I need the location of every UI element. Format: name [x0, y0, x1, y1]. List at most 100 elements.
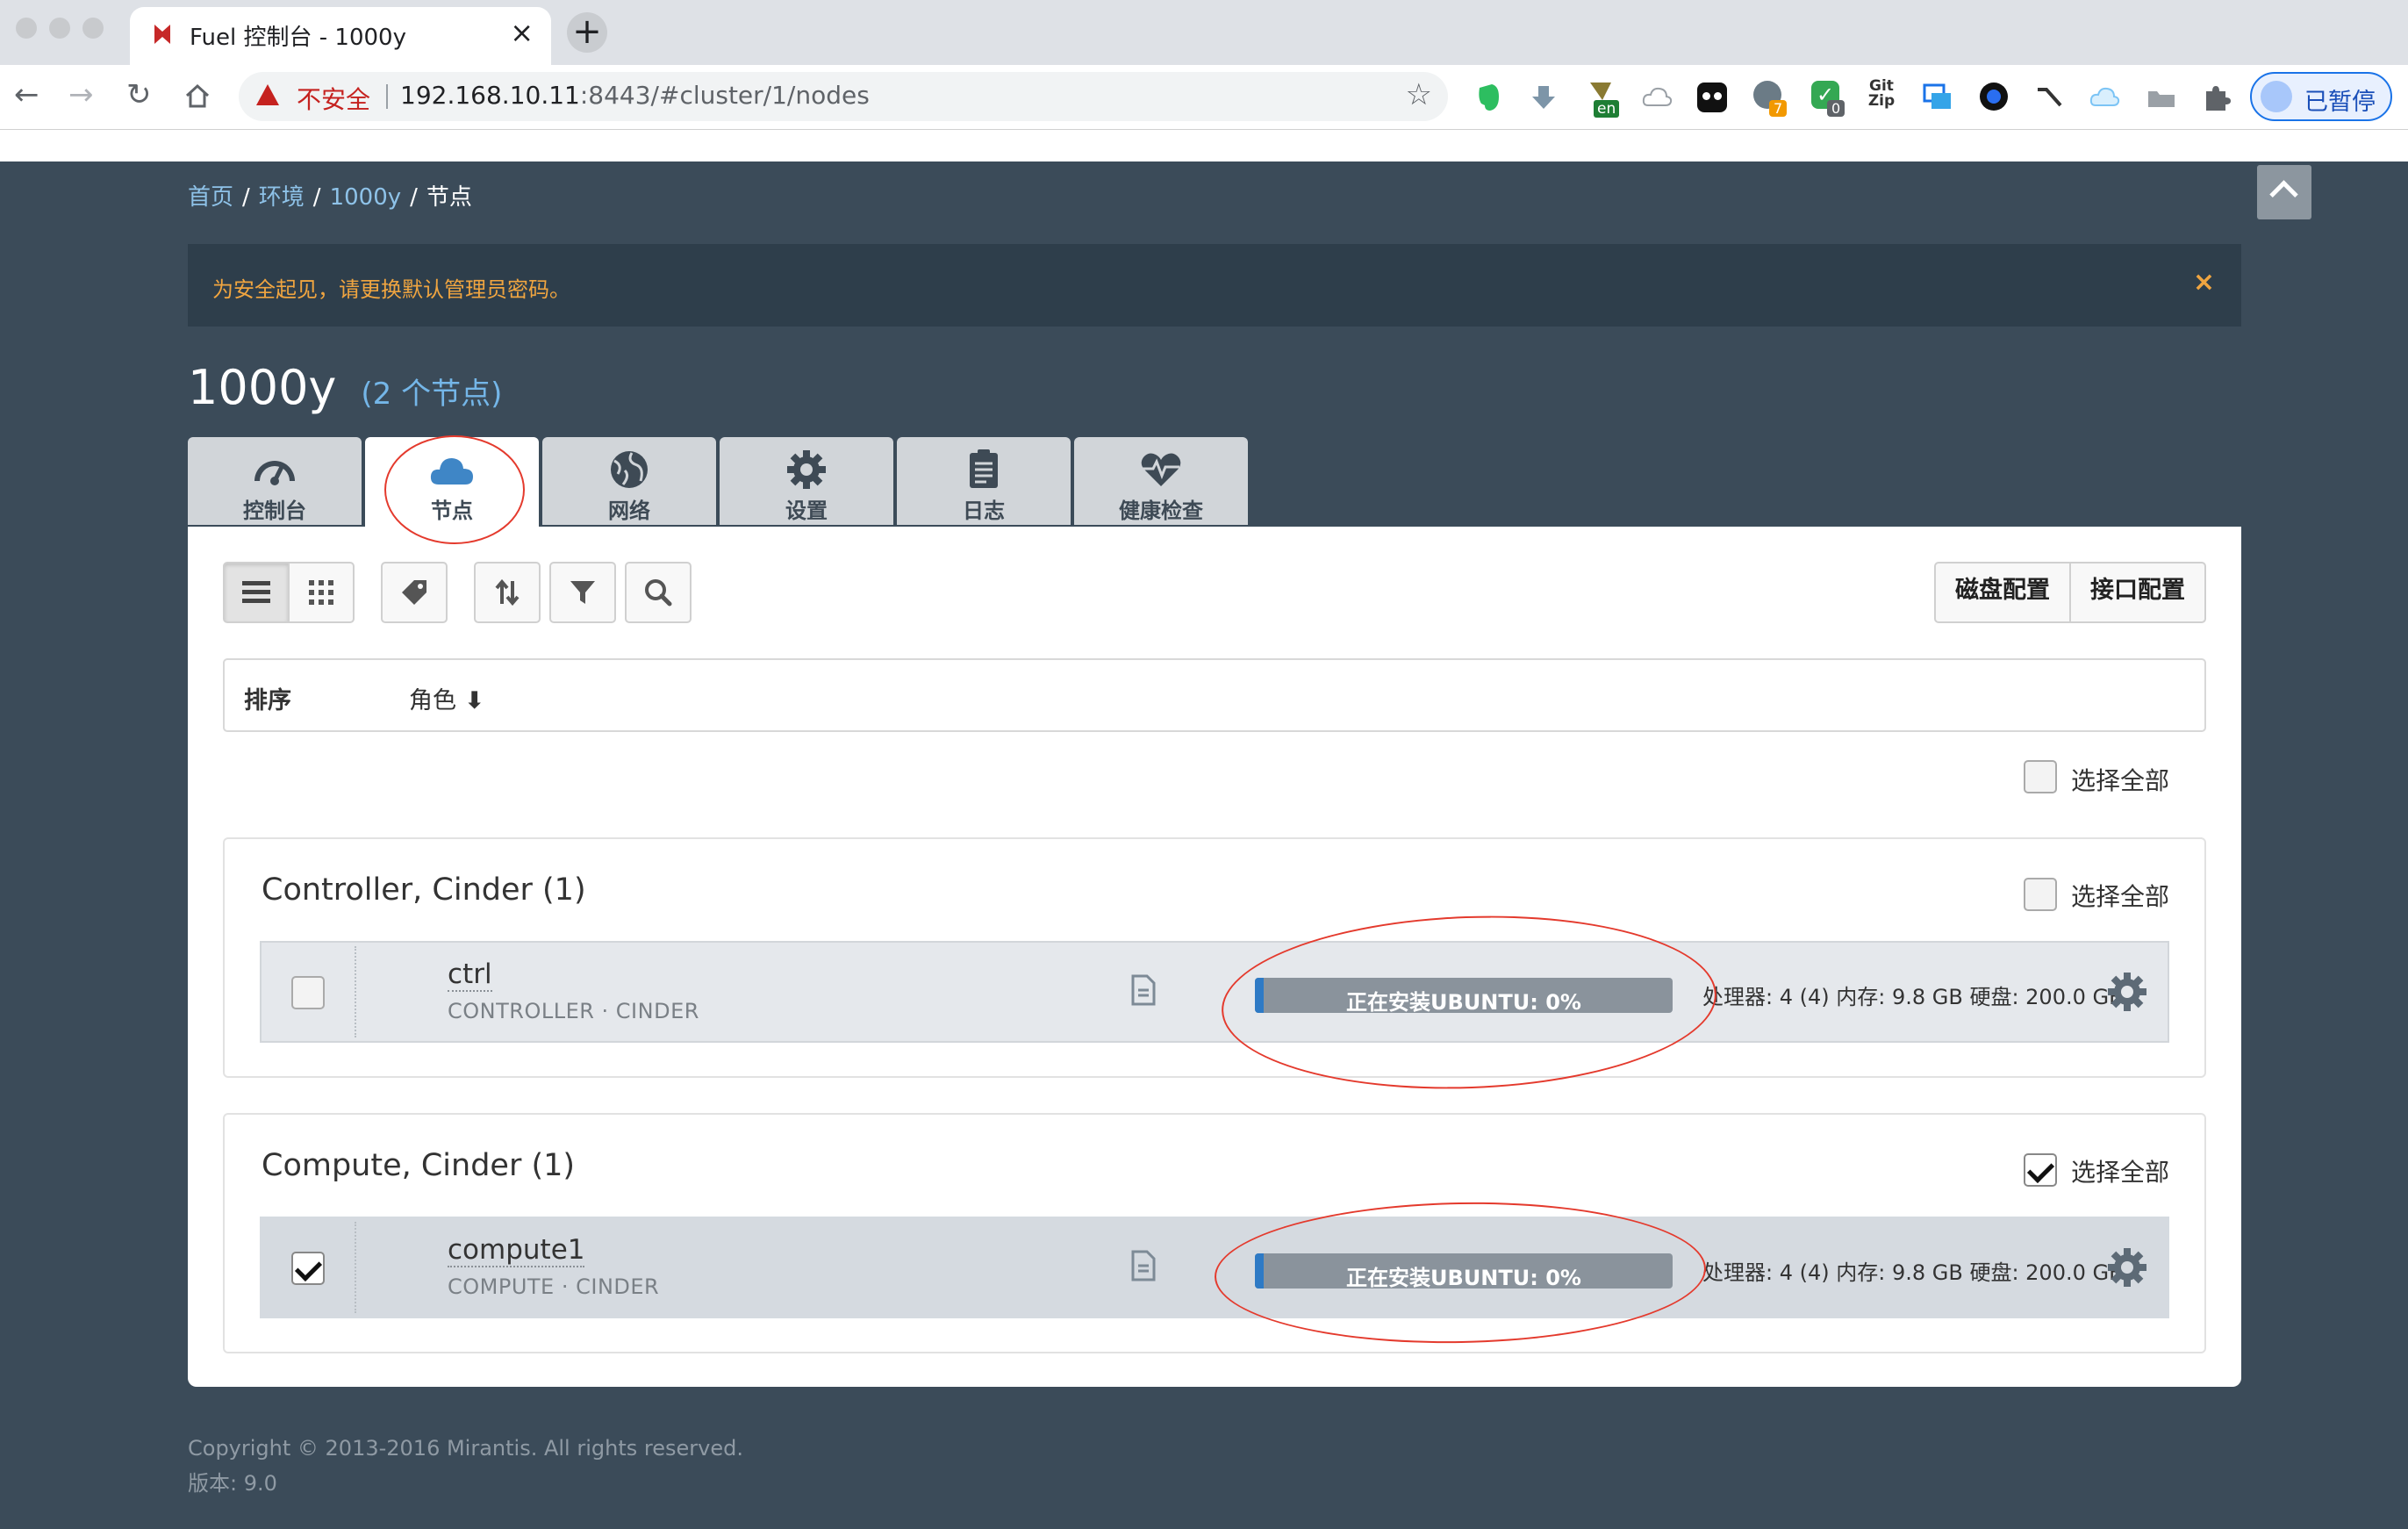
password-alert: 为安全起见，请更换默认管理员密码。 × [188, 244, 2241, 327]
dashboard-icon [254, 461, 295, 485]
list-view-button[interactable] [223, 562, 290, 623]
chat-extension-icon[interactable]: 7 [1753, 81, 1790, 123]
tab-health-check[interactable]: 健康检查 [1074, 437, 1248, 525]
node-settings-gear-icon[interactable] [2106, 1246, 2148, 1289]
fuel-favicon-icon [154, 25, 170, 44]
cloud-sync-extension-icon[interactable] [2089, 84, 2120, 109]
network-globe-icon [611, 451, 648, 488]
forward-icon[interactable]: → [68, 77, 94, 112]
group-title: Compute, Cinder (1) [262, 1148, 576, 1183]
clipboard-icon [970, 449, 998, 488]
select-all-label[interactable]: 选择全部 [2071, 762, 2169, 797]
breadcrumb-current: 节点 [426, 184, 472, 211]
group-select-all-label[interactable]: 选择全部 [2071, 1153, 2169, 1188]
window-close-dot[interactable] [16, 18, 37, 39]
heartbeat-icon [1141, 453, 1181, 486]
tag-icon [402, 580, 426, 605]
window-zoom-dot[interactable] [82, 18, 104, 39]
sort-button[interactable] [474, 562, 541, 623]
node-divider [355, 1222, 356, 1313]
grid-view-button[interactable] [288, 562, 355, 623]
gitzip-extension-icon[interactable]: Git Zip [1864, 79, 1899, 114]
node-divider [355, 946, 356, 1037]
screenshot-extension-icon[interactable] [1922, 83, 1953, 112]
filter-icon [570, 581, 595, 604]
filter-button[interactable] [549, 562, 616, 623]
search-button[interactable] [625, 562, 692, 623]
page-title: 1000y (2 个节点) [188, 360, 502, 415]
avatar [2261, 81, 2292, 112]
security-label[interactable]: 不安全 [297, 81, 370, 116]
download-extension-icon[interactable] [1529, 83, 1559, 112]
node-row-ctrl[interactable]: ctrl CONTROLLER · CINDER 正在安装UBUNTU: 0% … [260, 941, 2169, 1043]
new-tab-button[interactable]: + [567, 12, 607, 53]
footer-version: 版本: 9.0 [188, 1471, 277, 1496]
list-icon [242, 581, 270, 603]
tab-network[interactable]: 网络 [542, 437, 716, 525]
node-checkbox[interactable] [291, 976, 325, 1009]
node-name[interactable]: compute1 [448, 1234, 585, 1267]
tab-settings[interactable]: 设置 [720, 437, 893, 525]
arrow-down-icon: ⬇ [456, 687, 485, 714]
browser-tab[interactable]: Fuel 控制台 - 1000y × [130, 7, 551, 65]
tab-dashboard[interactable]: 控制台 [188, 437, 362, 525]
select-all-checkbox[interactable] [2024, 760, 2057, 793]
search-icon [645, 579, 672, 607]
sort-icon [495, 579, 520, 606]
annotation-circle-nodes-tab [384, 435, 525, 544]
cluster-name: 1000y [188, 360, 337, 415]
interface-config-button[interactable]: 接口配置 [2069, 562, 2206, 623]
node-checkbox[interactable] [291, 1252, 325, 1285]
gear-icon [787, 450, 826, 489]
node-specs: 处理器: 4 (4) 内存: 9.8 GB 硬盘: 200.0 GB [1702, 985, 2124, 1009]
fuel-header-strip [0, 130, 2408, 162]
alert-close-button[interactable]: × [2193, 267, 2215, 298]
disk-config-button[interactable]: 磁盘配置 [1934, 562, 2071, 623]
checkmark-icon [2026, 1155, 2055, 1184]
document-icon[interactable] [1130, 1250, 1157, 1281]
breadcrumb: 首页 / 环境/1000y / 节点 [188, 184, 472, 211]
group-select-all-checkbox[interactable] [2024, 1153, 2057, 1187]
checkmark-icon [294, 1253, 323, 1282]
scroll-to-top-button[interactable] [2257, 165, 2311, 219]
node-specs: 处理器: 4 (4) 内存: 9.8 GB 硬盘: 200.0 GB [1702, 1260, 2124, 1285]
sort-by-role[interactable]: 角色 ⬇ [409, 681, 484, 715]
breadcrumb-home[interactable]: 首页 [188, 184, 233, 211]
node-roles: CONTROLLER · CINDER [448, 999, 699, 1023]
evernote-extension-icon[interactable] [1473, 81, 1504, 114]
folder-extension-icon[interactable] [2146, 88, 2176, 109]
warning-icon [256, 84, 279, 105]
profile-button[interactable]: 已暂停 [2250, 72, 2392, 121]
shield-check-extension-icon[interactable]: ✓ 0 [1811, 81, 1848, 123]
node-roles: COMPUTE · CINDER [448, 1274, 660, 1299]
alert-text: 为安全起见，请更换默认管理员密码。 [212, 277, 570, 302]
breadcrumb-environments[interactable]: 环境 [259, 184, 305, 211]
document-icon[interactable] [1130, 974, 1157, 1006]
breadcrumb-cluster[interactable]: 1000y [330, 184, 402, 211]
puzzle-extensions-icon[interactable] [2201, 83, 2231, 112]
bookmark-star-icon[interactable]: ☆ [1406, 77, 1432, 112]
home-icon[interactable] [183, 81, 212, 111]
dots-extension-icon[interactable] [1697, 83, 1727, 112]
chevron-up-icon [2269, 180, 2298, 209]
window-minimize-dot[interactable] [49, 18, 70, 39]
node-name[interactable]: ctrl [448, 958, 492, 992]
tab-title: Fuel 控制台 - 1000y [190, 25, 406, 51]
reload-icon[interactable]: ↻ [126, 77, 152, 112]
url-text[interactable]: 192.168.10.11:8443/#cluster/1/nodes [400, 81, 870, 110]
labels-button[interactable] [381, 562, 448, 623]
translate-extension-icon[interactable]: en [1585, 79, 1620, 121]
media-extension-icon[interactable] [1980, 83, 2008, 111]
cloud-extension-icon[interactable] [1641, 84, 1673, 109]
pen-extension-icon[interactable] [2034, 83, 2064, 112]
tab-logs[interactable]: 日志 [897, 437, 1071, 525]
node-settings-gear-icon[interactable] [2106, 971, 2148, 1013]
address-bar[interactable]: 不安全 192.168.10.11:8443/#cluster/1/nodes … [239, 72, 1448, 121]
grid-icon [309, 580, 333, 605]
group-select-all-label[interactable]: 选择全部 [2071, 878, 2169, 913]
group-select-all-checkbox[interactable] [2024, 878, 2057, 911]
tab-close-icon[interactable]: × [510, 16, 534, 49]
node-row-compute1[interactable]: compute1 COMPUTE · CINDER 正在安装UBUNTU: 0%… [260, 1217, 2169, 1318]
back-icon[interactable]: ← [14, 77, 39, 112]
group-title: Controller, Cinder (1) [262, 872, 586, 908]
